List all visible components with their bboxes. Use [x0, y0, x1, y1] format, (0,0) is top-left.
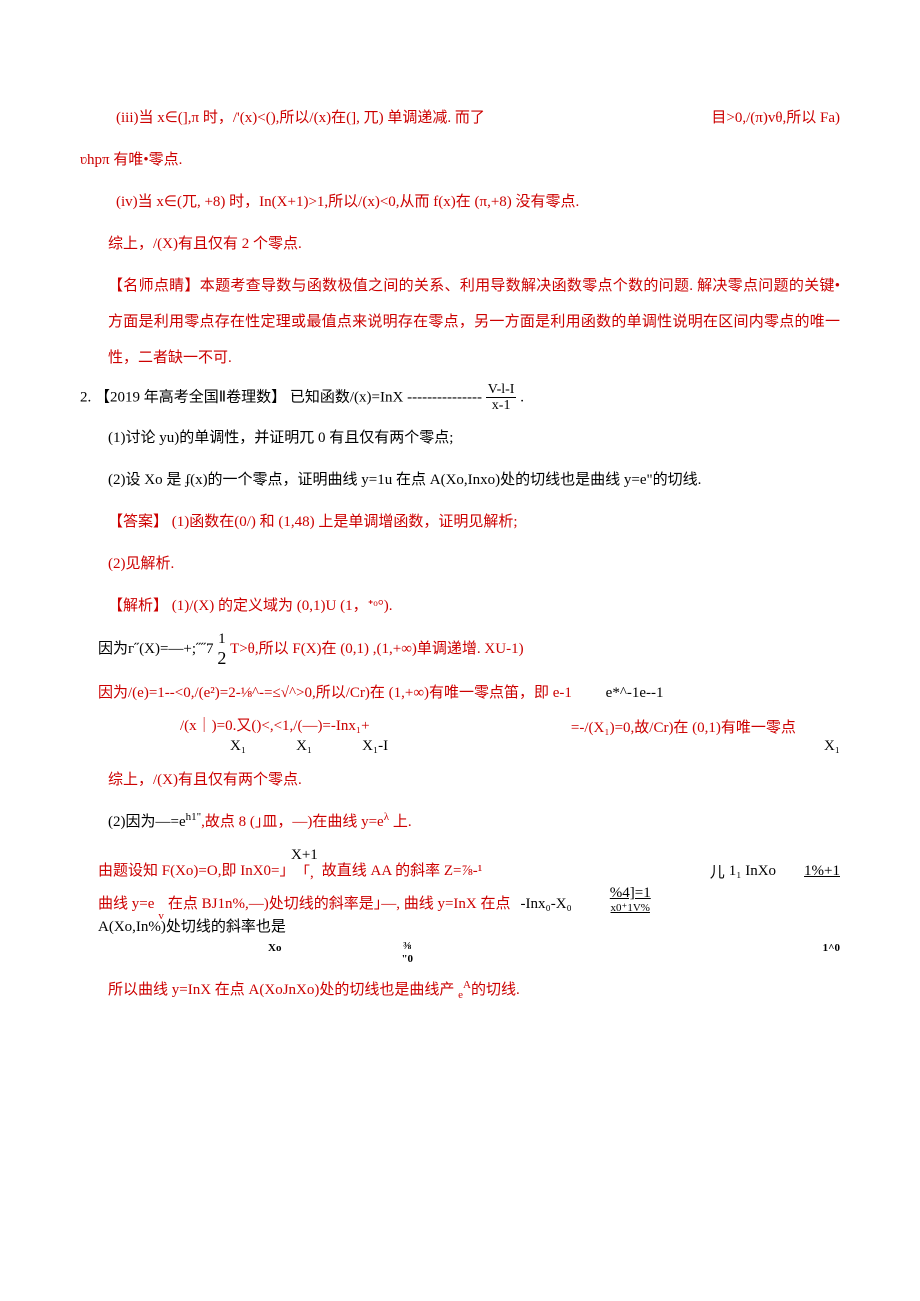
q2-fraction: V-l-I x-1	[486, 382, 517, 414]
complex-r1-b: 故直线 AA 的斜率 Z=⅞-¹	[322, 860, 482, 883]
para-answer-2: (2)见解析.	[80, 546, 840, 582]
because1-frac: 1 2	[217, 630, 226, 670]
para-because-2: 因为/(e)=1--<0,/(e²)=2-⅛^-=≤√^>0,所以/Cr)在 (…	[80, 675, 840, 711]
fx1-denoms: X₁ X₁ X₁-I	[180, 737, 388, 757]
answer-label: 【答案】	[108, 514, 168, 530]
para-iv: (iv)当 x∈(兀, +8) 时，In(X+1)>1,所以/(x)<0,从而 …	[80, 184, 840, 220]
para-fx1: /(x｜)=0.又()<,<1,/(―)=-Inx₁+ X₁ X₁ X₁-I =…	[80, 717, 840, 756]
para-q2-1: (1)讨论 yu)的单调性，并证明兀 0 有且仅有两个零点;	[80, 420, 840, 456]
complex-row2: 曲线 y=ev 在点 BJ1n%,―)处切线的斜率是｣―, 曲线 y=InX 在…	[98, 884, 840, 915]
q2-stem-b: .	[520, 389, 524, 405]
page-content: (iii)当 x∈(],π 时，/'(x)<(),所以/(x)在(], 兀) 单…	[0, 0, 920, 1074]
para-answer: 【答案】 (1)函数在(0/) 和 (1,48) 上是单调增函数，证明见解析;	[80, 504, 840, 540]
part2-1-a: (2)因为―=e	[108, 814, 186, 830]
because1-two: 2	[217, 648, 226, 670]
iii-text-a: (iii)当 x∈(],π 时，/'(x)<(),所以/(x)在(], 兀) 单…	[116, 110, 485, 126]
answer-text: (1)函数在(0/) 和 (1,48) 上是单调增函数，证明见解析;	[172, 514, 518, 530]
para-q2-2: (2)设 Xo 是 ʄ(x)的一个零点，证明曲线 y=1u 在点 A(Xo,In…	[80, 462, 840, 498]
complex-line3: A(Xo,In%)处切线的斜率也是	[98, 916, 840, 939]
q2-source: 【2019 年高考全国Ⅱ卷理数】	[95, 389, 286, 405]
complex-r3-c: 1^0	[823, 940, 840, 966]
complex-r1-col1: ⼉	[710, 864, 725, 882]
final-b: 的切线.	[471, 982, 520, 998]
fx1-d2: X₁	[296, 737, 312, 757]
analysis-label: 【解析】	[108, 598, 168, 614]
complex-row3: Xo ⅜ "0 1^0	[98, 940, 840, 966]
complex-col2-under: x0⁺1V%	[611, 902, 650, 915]
complex-col2-num: 1%+1	[804, 860, 840, 883]
because1-frac-num: 1	[218, 630, 226, 648]
q2-number: 2.	[80, 389, 91, 405]
fx1-b: =-/(X₁)=0,故/Cr)在 (0,1)有唯一零点	[571, 720, 796, 736]
para-iii: (iii)当 x∈(],π 时，/'(x)<(),所以/(x)在(], 兀) 单…	[80, 100, 840, 136]
q2-frac-den: x-1	[490, 398, 513, 413]
complex-col1-den: -Inx₀-X₀	[521, 893, 572, 916]
complex-r1-col-bot: 「,	[295, 864, 314, 882]
para-part2-1: (2)因为―=eh1",故点 8 (｣皿，―)在曲线 y=eλ 上.	[80, 804, 840, 840]
iv-text: (iv)当 x∈(兀, +8) 时，In(X+1)>1,所以/(x)<0,从而 …	[116, 194, 579, 210]
because1-b: T>θ,所以 F(X)在 (0,1) ,(1,+∞)单调递增. XU-1)	[230, 641, 524, 657]
para-hp: ʋhpπ 有唯•零点.	[80, 142, 840, 178]
part2-1-sup: h1"	[186, 811, 202, 823]
complex-col1-top: ⼉	[710, 864, 725, 882]
complex-r3-bcol: ⅜ "0	[401, 940, 413, 966]
para-commentary: 【名师点睛】本题考查导数与函数极值之间的关系、利用导数解决函数零点个数的问题. …	[80, 268, 840, 376]
because1-a: 因为ᴦ˝(X)=―+;˝˝7	[98, 641, 214, 657]
analysis-text: (1)/(X) 的定义域为 (0,1)U (1，ᐩᵒ°).	[172, 598, 393, 614]
complex-r3-b: ⅜	[403, 940, 411, 953]
complex-r1-col: X+1 「,	[291, 846, 318, 882]
complex-r2-b: 在点 BJ1n%,―)处切线的斜率是｣―, 曲线 y=InX 在点	[168, 893, 511, 916]
para-summary1: 综上，/(X)有且仅有 2 个零点.	[80, 226, 840, 262]
fx1-block-2: =-/(X₁)=0,故/Cr)在 (0,1)有唯一零点	[571, 719, 796, 757]
complex-col2: %4]=1 x0⁺1V%	[610, 884, 651, 915]
para-summary2: 综上，/(X)有且仅有两个零点.	[80, 762, 840, 798]
para-complex: 由题设知 F(Xo)=O,即 InX0=｣ X+1 「, 故直线 AA 的斜率 …	[80, 846, 840, 966]
part2-1-c: 上.	[389, 814, 412, 830]
complex-col1-num: 1₁ InXo	[729, 860, 776, 883]
fx1-d3: X₁-I	[362, 737, 388, 757]
complex-r2-a: 曲线 y=e	[98, 893, 154, 916]
para-analysis: 【解析】 (1)/(X) 的定义域为 (0,1)U (1，ᐩᵒ°).	[80, 588, 840, 624]
part2-1-b: ,故点 8 (｣皿，―)在曲线 y=e	[201, 814, 384, 830]
q2-stem-a: 已知函数/(x)=InX ---------------	[290, 389, 482, 405]
because2-b: e*^-1e--1	[606, 685, 664, 701]
final-a: 所以曲线 y=InX 在点 A(XoJnXo)处的切线也是曲线产	[108, 982, 458, 998]
complex-r1-a: 由题设知 F(Xo)=O,即 InX0=｣	[98, 860, 287, 883]
complex-r3-a: Xo	[268, 940, 281, 966]
final-sup: A	[463, 979, 471, 991]
para-final: 所以曲线 y=InX 在点 A(XoJnXo)处的切线也是曲线产 eA的切线.	[80, 972, 840, 1008]
complex-col2-mid: %4]=1	[610, 884, 651, 902]
fx1-d4: X₁	[804, 737, 840, 757]
fx1-block-1: /(x｜)=0.又()<,<1,/(―)=-Inx₁+ X₁ X₁ X₁-I	[180, 717, 388, 756]
because2-a: 因为/(e)=1--<0,/(e²)=2-⅛^-=≤√^>0,所以/Cr)在 (…	[98, 685, 572, 701]
fx1-a: /(x｜)=0.又()<,<1,/(―)=-Inx₁+	[180, 717, 388, 737]
complex-row1: 由题设知 F(Xo)=O,即 InX0=｣ X+1 「, 故直线 AA 的斜率 …	[98, 846, 840, 882]
fx1-d1: X₁	[230, 737, 246, 757]
complex-r3-d: "0	[401, 953, 413, 966]
question-2-header: 2. 【2019 年高考全国Ⅱ卷理数】 已知函数/(x)=InX -------…	[80, 382, 840, 414]
q2-frac-num: V-l-I	[486, 382, 517, 398]
hp-text: ʋhpπ 有唯•零点.	[80, 152, 182, 168]
summary1-text: 综上，/(X)有且仅有 2 个零点.	[108, 236, 302, 252]
complex-r1-col-top: X+1	[291, 846, 318, 864]
para-because-1: 因为ᴦ˝(X)=―+;˝˝7 1 2 T>θ,所以 F(X)在 (0,1) ,(…	[80, 630, 840, 670]
iii-text-b: 目>0,/(π)vθ,所以 Fa)	[711, 100, 840, 136]
